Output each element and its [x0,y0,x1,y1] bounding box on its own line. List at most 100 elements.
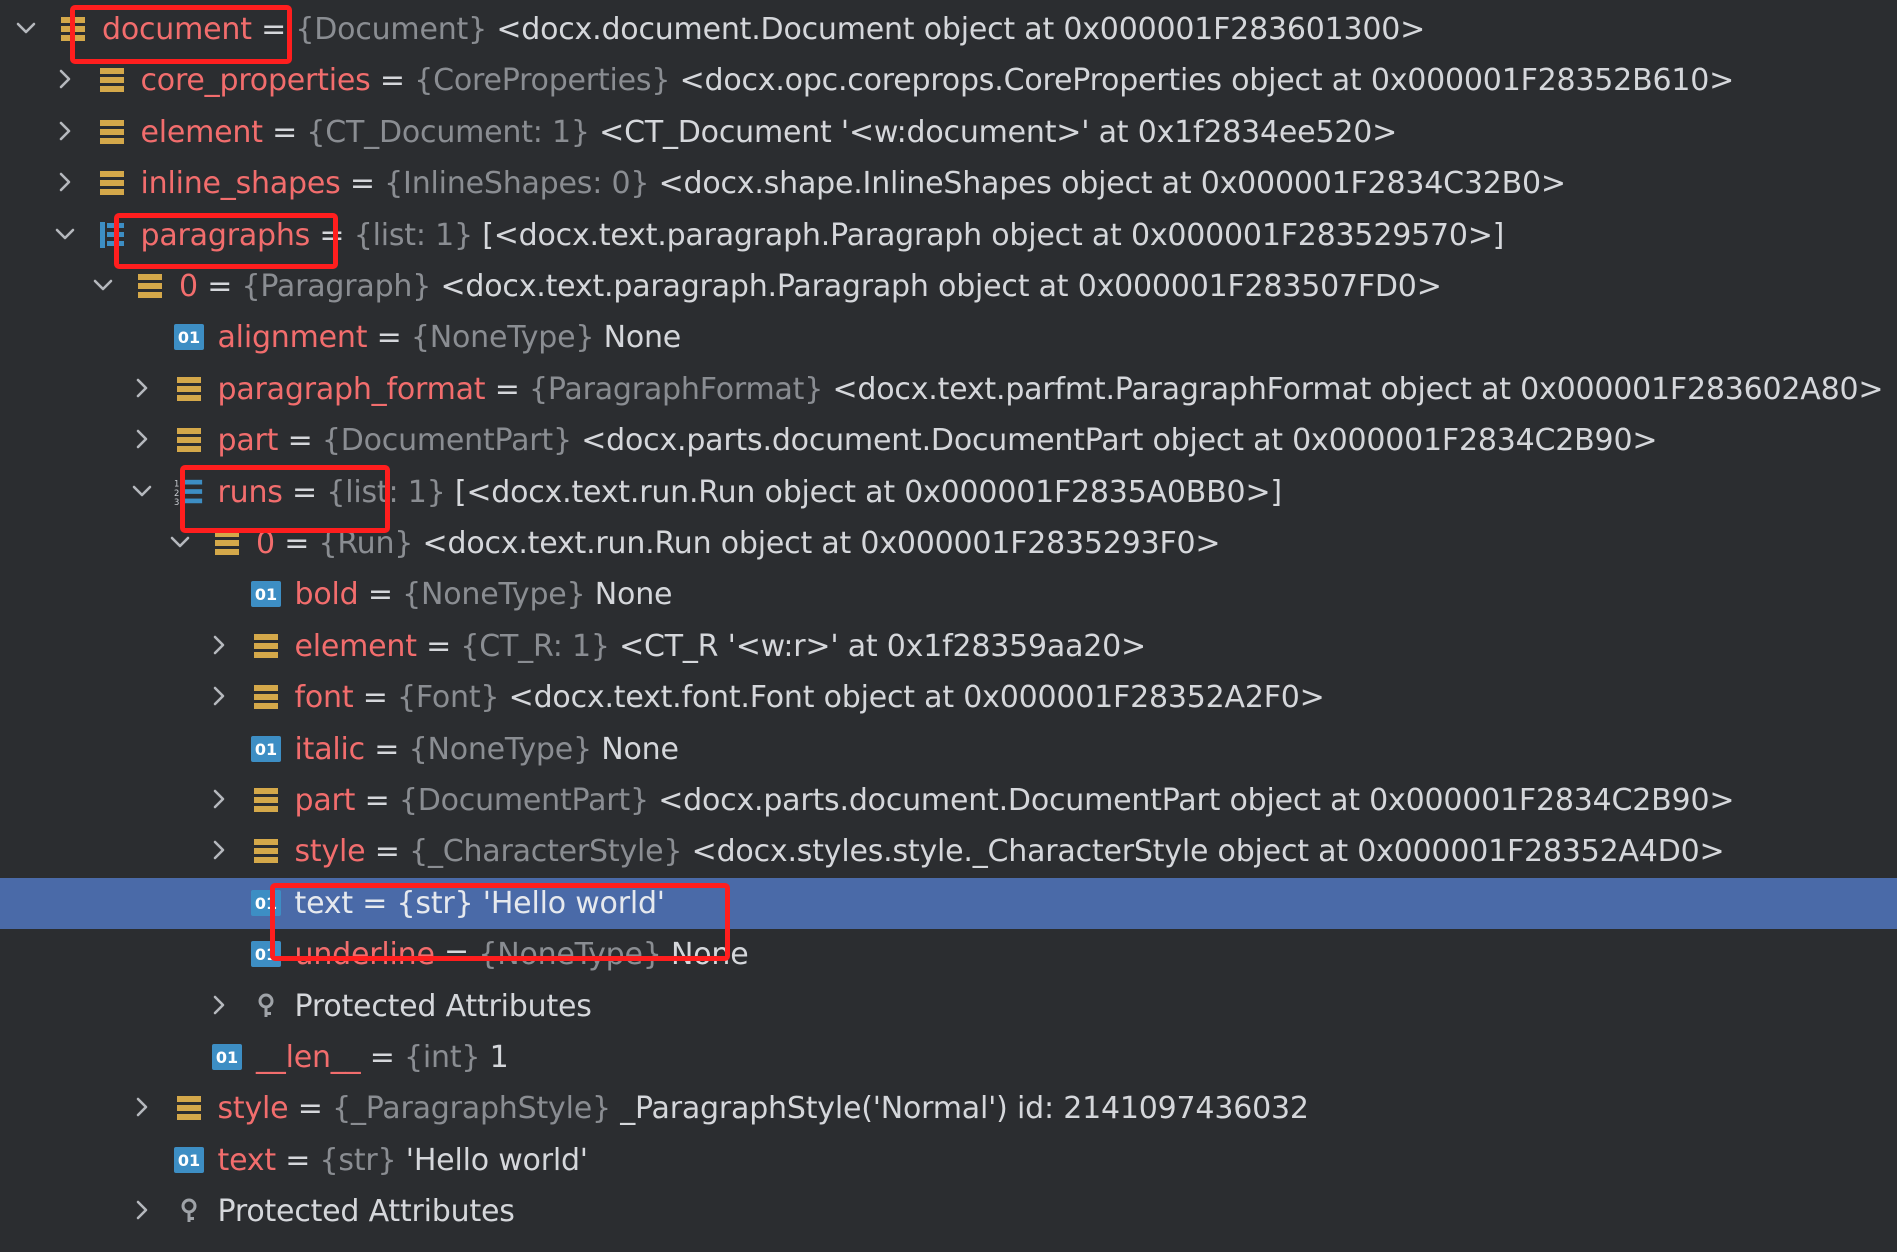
chevron-right-icon[interactable] [130,427,154,451]
object-icon [174,1094,204,1122]
tree-row-style[interactable]: style = {_ParagraphStyle} _ParagraphStyl… [0,1083,1897,1134]
equals-sign: = [434,937,479,973]
tree-row-text: runs = {list: 1} [<docx.text.run.Run obj… [217,473,1283,513]
chevron-right-icon[interactable] [130,376,154,400]
chevron-right-icon[interactable] [207,787,231,811]
equals-sign: = [364,731,409,767]
tree-row-part[interactable]: part = {DocumentPart} <docx.parts.docume… [0,415,1897,466]
key-icon [251,992,281,1020]
tree-row-bold[interactable]: 01 bold = {NoneType} None [0,569,1897,620]
tree-row-font[interactable]: font = {Font} <docx.text.font.Font objec… [0,672,1897,723]
equals-sign: = [365,834,410,870]
variable-name: runs [217,474,283,510]
chevron-down-icon[interactable] [130,479,154,503]
tree-row-text: part = {DocumentPart} <docx.parts.docume… [295,781,1735,821]
variable-value: <docx.shape.InlineShapes object at 0x000… [658,166,1566,202]
svg-text:01: 01 [254,945,276,964]
variable-type: {NoneType} [402,577,586,613]
tree-row-paragraph-format[interactable]: paragraph_format = {ParagraphFormat} <do… [0,364,1897,415]
variable-value: None [671,937,749,973]
tree-row-core-properties[interactable]: core_properties = {CoreProperties} <docx… [0,55,1897,106]
primitive-icon: 01 [250,580,281,608]
variable-type: {NoneType} [408,731,593,767]
tree-row-runs[interactable]: 1 2 3 runs = {list: 1} [<docx.text.run.Run … [0,467,1897,518]
object-icon [251,837,281,865]
variable-name: core_properties [140,63,371,99]
variable-type: {int} [404,1040,481,1075]
object-icon [58,15,88,43]
tree-row-element[interactable]: element = {CT_R: 1} <CT_R '<w:r>' at 0x1… [0,621,1897,672]
tree-row-inline-shapes[interactable]: inline_shapes = {InlineShapes: 0} <docx.… [0,158,1897,209]
variable-name: style [294,834,366,870]
tree-row-document[interactable]: document = {Document} <docx.document.Doc… [0,4,1897,55]
tree-row-element[interactable]: element = {CT_Document: 1} <CT_Document … [0,107,1897,158]
tree-row-protected-attributes[interactable]: Protected Attributes [0,981,1897,1032]
primitive-icon: 01 [173,1146,204,1174]
tree-row-text: element = {CT_R: 1} <CT_R '<w:r>' at 0x1… [295,627,1147,667]
variable-type: {DocumentPart} [398,783,649,818]
svg-text:01: 01 [254,894,276,913]
tree-row-part[interactable]: part = {DocumentPart} <docx.parts.docume… [0,775,1897,826]
variable-value: <CT_Document '<w:document>' at 0x1f2834e… [599,114,1398,150]
primitive-icon: 01 [250,735,281,763]
tree-row-protected-attributes[interactable]: Protected Attributes [0,1186,1897,1237]
chevron-down-icon[interactable] [91,273,115,297]
equals-sign: = [360,1040,405,1075]
tree-row-text[interactable]: 01 text = {str} 'Hello world' [0,877,1897,929]
variable-type: {_CharacterStyle} [409,834,683,870]
tree-row-style[interactable]: style = {_CharacterStyle} <docx.styles.s… [0,826,1897,877]
chevron-right-icon[interactable] [207,633,231,657]
tree-row-text: document = {Document} <docx.document.Doc… [102,10,1425,50]
tree-row-text: paragraphs = {list: 1} [<docx.text.parag… [141,216,1505,256]
list-icon [97,221,127,249]
chevron-right-icon[interactable] [207,838,231,862]
chevron-right-icon[interactable] [53,67,77,91]
object-icon [174,375,204,403]
primitive-icon: 01 [250,889,281,917]
variable-value: None [601,731,679,767]
tree-row-alignment[interactable]: 01 alignment = {NoneType} None [0,312,1897,363]
equals-sign: = [485,371,529,407]
tree-row-text: alignment = {NoneType} None [218,318,682,358]
chevron-down-icon[interactable] [53,222,77,246]
tree-row-text: style = {_CharacterStyle} <docx.styles.s… [295,832,1725,872]
tree-row-underline[interactable]: 01 underline = {NoneType} None [0,929,1897,980]
object-icon [97,66,127,94]
tree-row-paragraphs[interactable]: paragraphs = {list: 1} [<docx.text.parag… [0,210,1897,261]
tree-row-text: 0 = {Paragraph} <docx.text.paragraph.Par… [179,267,1442,307]
variable-type: {NoneType} [478,937,662,973]
variable-type: {NoneType} [410,320,595,356]
variable-type: {Font} [397,680,500,716]
svg-text:01: 01 [254,740,276,759]
equals-sign: = [310,217,354,253]
tree-row-italic[interactable]: 01 italic = {NoneType} None [0,724,1897,775]
variable-value: <docx.parts.document.DocumentPart object… [581,423,1658,459]
chevron-down-icon[interactable] [14,16,38,40]
variable-type: {str} [396,885,474,921]
svg-text:01: 01 [254,585,276,604]
equals-sign: = [275,1142,320,1178]
variable-name: bold [294,577,359,613]
chevron-right-icon[interactable] [53,170,77,194]
variable-type: {Run} [318,526,414,561]
tree-row-text: Protected Attributes [218,1192,515,1232]
chevron-down-icon[interactable] [168,530,192,554]
variable-name: part [294,783,356,818]
tree-row-0[interactable]: 0 = {Run} <docx.text.run.Run object at 0… [0,518,1897,569]
chevron-right-icon[interactable] [207,993,231,1017]
tree-row-text[interactable]: 01 text = {str} 'Hello world' [0,1135,1897,1186]
chevron-right-icon[interactable] [130,1095,154,1119]
chevron-right-icon[interactable] [53,119,77,143]
variable-value: <docx.text.font.Font object at 0x000001F… [508,680,1325,716]
variable-value: [<docx.text.run.Run object at 0x000001F2… [454,474,1282,510]
chevron-right-icon[interactable] [130,1198,154,1222]
variable-type: {list: 1} [326,474,446,510]
tree-row-len[interactable]: 01 __len__ = {int} 1 [0,1032,1897,1083]
protected-attributes-label: Protected Attributes [217,1194,515,1230]
equals-sign: = [353,680,398,716]
variable-value: _ParagraphStyle('Normal') id: 2141097436… [620,1091,1309,1127]
tree-row-text: text = {str} 'Hello world' [218,1141,589,1181]
tree-row-0[interactable]: 0 = {Paragraph} <docx.text.paragraph.Par… [0,261,1897,312]
chevron-right-icon[interactable] [207,684,231,708]
variable-type: {Paragraph} [241,269,432,304]
